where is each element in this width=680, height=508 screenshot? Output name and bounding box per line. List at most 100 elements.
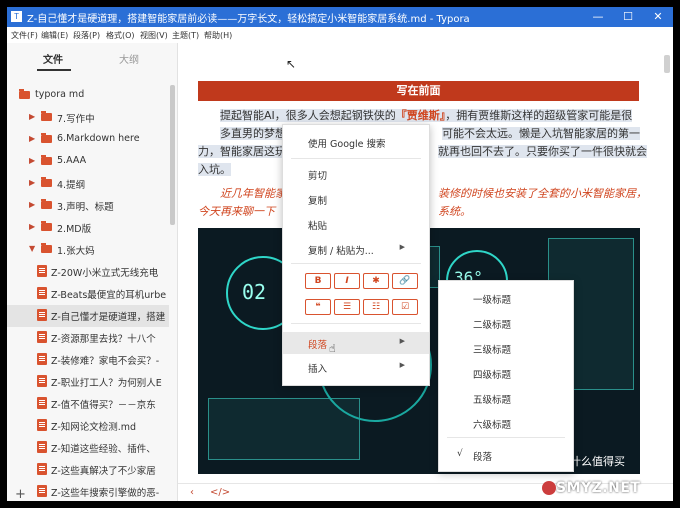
- tree-item-label: Z-知道这些经验、插件、: [51, 444, 156, 455]
- menu-help[interactable]: 帮助(H): [204, 30, 232, 41]
- menu-item-cut[interactable]: 剪切: [283, 163, 429, 185]
- submenu-paragraph[interactable]: √ 段落: [439, 443, 573, 467]
- tree-item-label: Z-这些真解决了不少家居: [51, 466, 156, 477]
- chevron-right-icon[interactable]: ▶: [29, 200, 35, 209]
- file-sidebar: 文件 大纲 typora md ▶ 7.写作中 ▶ 6.Markdown here ▶ 5.…: [7, 43, 178, 501]
- file-item[interactable]: Z-20W小米立式无线充电: [7, 261, 169, 283]
- submenu-label: 三级标题: [473, 345, 512, 356]
- tree-item-label: 5.AAA: [57, 155, 87, 166]
- submenu-arrow-icon: ▶: [399, 361, 405, 369]
- submenu-label: 五级标题: [473, 395, 512, 406]
- menu-item-insert[interactable]: 插入 ▶: [283, 356, 429, 378]
- add-file-button[interactable]: +: [15, 487, 26, 501]
- chevron-down-icon[interactable]: ▼: [29, 244, 35, 253]
- task-list-button[interactable]: ☑: [392, 299, 418, 315]
- link-button[interactable]: 🔗: [392, 273, 418, 289]
- ordered-list-button[interactable]: ☰: [334, 299, 360, 315]
- menu-item-copy-paste-as[interactable]: 复制 / 粘贴为... ▶: [283, 238, 429, 260]
- tree-item-label: Z-Beats最便宜的耳机urbe: [51, 290, 167, 301]
- submenu-arrow-icon: ▶: [399, 337, 405, 345]
- tree-item-label: Z-装修难？家电不会买？-: [51, 356, 160, 367]
- file-item[interactable]: Z-资源那里去找？十八个: [7, 327, 169, 349]
- menu-item-label: 使用 Google 搜索: [308, 139, 386, 150]
- quote-button[interactable]: ❝: [305, 299, 331, 315]
- chevron-right-icon[interactable]: ▶: [29, 178, 35, 187]
- editor-scrollbar[interactable]: [664, 55, 670, 73]
- menu-view[interactable]: 视图(V): [140, 30, 168, 41]
- menu-theme[interactable]: 主题(T): [172, 30, 199, 41]
- close-button[interactable]: ✕: [643, 7, 673, 27]
- folder-item[interactable]: ▶ 2.MD版: [7, 217, 169, 239]
- folder-icon: [41, 111, 52, 121]
- collapse-sidebar-icon[interactable]: ‹: [190, 487, 194, 498]
- menu-item-paste[interactable]: 粘贴: [283, 213, 429, 235]
- folder-item[interactable]: ▶ 6.Markdown here: [7, 129, 169, 151]
- menu-item-google-search[interactable]: 使用 Google 搜索: [283, 131, 429, 153]
- highlight-button[interactable]: ✱: [363, 273, 389, 289]
- bold-button[interactable]: B: [305, 273, 331, 289]
- submenu-heading-6[interactable]: 六级标题: [439, 411, 573, 435]
- chevron-right-icon[interactable]: ▶: [29, 112, 35, 121]
- context-menu: 使用 Google 搜索 剪切 复制 粘贴 复制 / 粘贴为... ▶ B I ✱…: [282, 124, 430, 386]
- menu-separator: [291, 263, 421, 264]
- hud-clock: 02: [242, 280, 267, 304]
- folder-item[interactable]: ▼ 1.张大妈: [7, 239, 169, 261]
- chevron-right-icon[interactable]: ▶: [29, 222, 35, 231]
- menu-item-paragraph[interactable]: 段落 ▶: [283, 332, 429, 354]
- submenu-heading-4[interactable]: 四级标题: [439, 361, 573, 385]
- submenu-heading-2[interactable]: 二级标题: [439, 311, 573, 335]
- menu-item-label: 复制: [308, 196, 328, 207]
- markdown-file-icon: [37, 485, 47, 497]
- watermark-text: SMYZ.NET: [556, 480, 641, 496]
- file-item[interactable]: Z-这些年搜索引擎做的恶-: [7, 481, 169, 501]
- folder-item[interactable]: ▶ 4.提纲: [7, 173, 169, 195]
- tree-item-label: Z-20W小米立式无线充电: [51, 268, 159, 279]
- submenu-separator: [447, 437, 565, 438]
- menu-format[interactable]: 格式(O): [106, 30, 135, 41]
- chevron-right-icon[interactable]: ▶: [29, 156, 35, 165]
- file-item[interactable]: Z-这些真解决了不少家居: [7, 459, 169, 481]
- file-item[interactable]: Z-自己懂才是硬道理，搭建: [7, 305, 169, 327]
- tree-item-label: 4.提纲: [57, 180, 86, 191]
- folder-item[interactable]: ▶ 3.声明、标题: [7, 195, 169, 217]
- folder-icon: [41, 221, 52, 231]
- menu-edit[interactable]: 编辑(E): [41, 30, 68, 41]
- file-item[interactable]: Z-Beats最便宜的耳机urbe: [7, 283, 169, 305]
- folder-item[interactable]: typora md: [7, 85, 169, 107]
- paragraph-submenu: 一级标题 二级标题 三级标题 四级标题 五级标题 六级标题 √ 段落: [438, 280, 574, 472]
- menu-item-label: 复制 / 粘贴为...: [308, 246, 374, 257]
- file-item[interactable]: Z-值不值得买？－－京东: [7, 393, 169, 415]
- unordered-list-button[interactable]: ☷: [363, 299, 389, 315]
- menu-item-copy[interactable]: 复制: [283, 188, 429, 210]
- source-mode-icon[interactable]: </>: [210, 487, 230, 498]
- submenu-label: 六级标题: [473, 420, 512, 431]
- sidebar-scrollbar[interactable]: [170, 85, 175, 225]
- chevron-right-icon[interactable]: ▶: [29, 134, 35, 143]
- menu-bar: 文件(F) 编辑(E) 段落(P) 格式(O) 视图(V) 主题(T) 帮助(H…: [7, 27, 673, 43]
- file-item[interactable]: Z-装修难？家电不会买？-: [7, 349, 169, 371]
- maximize-button[interactable]: ☐: [613, 7, 643, 27]
- file-item[interactable]: Z-知网论文检测.md: [7, 415, 169, 437]
- submenu-label: 二级标题: [473, 320, 512, 331]
- file-item[interactable]: Z-知道这些经验、插件、: [7, 437, 169, 459]
- menu-paragraph[interactable]: 段落(P): [73, 30, 100, 41]
- tree-item-label: Z-值不值得买？－－京东: [51, 400, 156, 411]
- submenu-heading-3[interactable]: 三级标题: [439, 336, 573, 360]
- file-item[interactable]: Z-职业打工人？为何别人E: [7, 371, 169, 393]
- folder-item[interactable]: ▶ 5.AAA: [7, 151, 169, 173]
- markdown-file-icon: [37, 331, 47, 343]
- folder-item[interactable]: ▶ 7.写作中: [7, 107, 169, 129]
- markdown-file-icon: [37, 397, 47, 409]
- menu-item-label: 段落: [308, 340, 328, 351]
- intro-text: 提起智能AI，很多人会想起钢铁侠的: [220, 109, 396, 122]
- tab-files[interactable]: 文件: [43, 51, 63, 66]
- menu-file[interactable]: 文件(F): [11, 30, 38, 41]
- submenu-label: 四级标题: [473, 370, 512, 381]
- submenu-heading-1[interactable]: 一级标题: [439, 286, 573, 310]
- submenu-heading-5[interactable]: 五级标题: [439, 386, 573, 410]
- tab-outline[interactable]: 大纲: [119, 51, 139, 66]
- italic-button[interactable]: I: [334, 273, 360, 289]
- markdown-file-icon: [37, 441, 47, 453]
- minimize-button[interactable]: —: [583, 7, 613, 27]
- markdown-file-icon: [37, 309, 47, 321]
